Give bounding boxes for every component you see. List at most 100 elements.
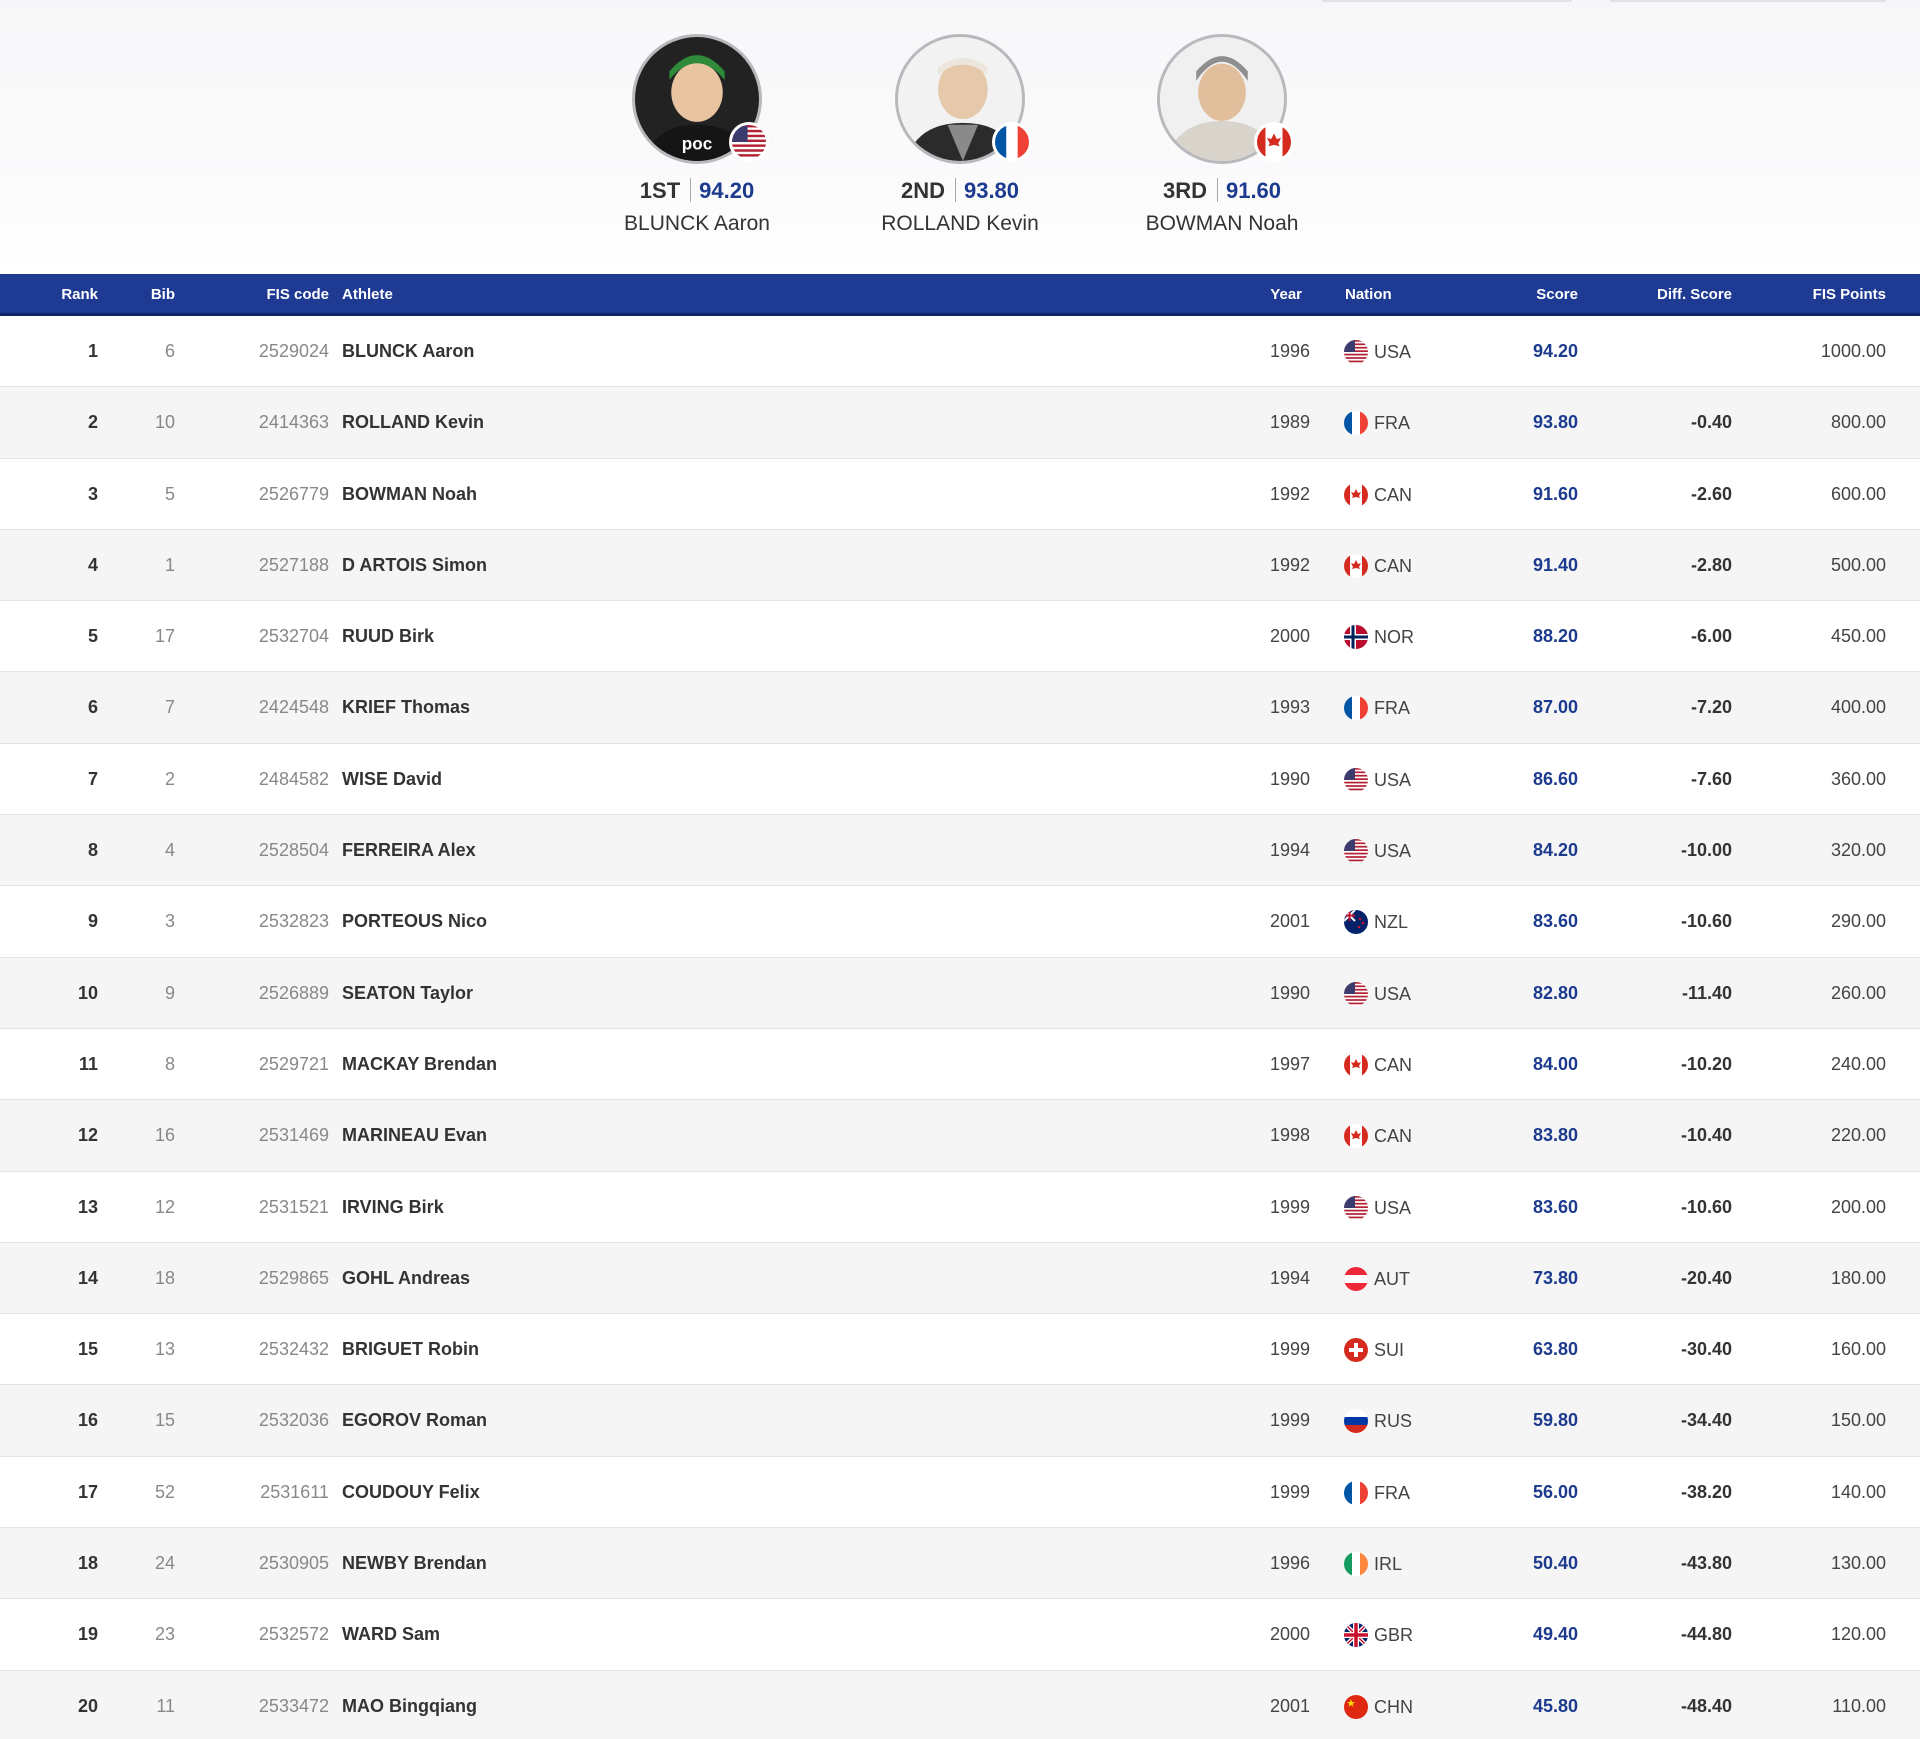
cell-athlete-link[interactable]: NEWBY Brendan [342,1552,487,1574]
cell-year: 1998 [1269,1125,1310,1146]
cell-fis-points: 110.00 [1832,1695,1886,1716]
cell-athlete-link[interactable]: RUUD Birk [342,625,434,647]
table-row[interactable]: 16 15 2532036 EGOROV Roman 1999 RUS 59.80 -34.4… [0,1385,1920,1457]
header-bib[interactable]: Bib [151,286,175,304]
nation-code: IRL [1374,1554,1403,1575]
cell-athlete-link[interactable]: EGOROV Roman [342,1409,487,1431]
table-row[interactable]: 15 13 2532432 BRIGUET Robin 1999 SUI 63.80 -30.… [0,1314,1920,1386]
cell-score: 83.60 [1532,911,1578,932]
cell-athlete-link[interactable]: PORTEOUS Nico [342,910,487,932]
table-row[interactable]: 19 23 2532572 WARD Sam 2000 GBR 49.40 -44.80 120… [0,1599,1920,1671]
podium-athlete-name[interactable]: BOWMAN Noah [1102,212,1342,236]
table-row[interactable]: 13 12 2531521 IRVING Birk 1999 USA 83.60 -10.60… [0,1172,1920,1243]
cell-fis-code: 2529865 [258,1267,329,1288]
cell-rank: 18 [77,1553,98,1574]
header-rank[interactable]: Rank [61,286,98,304]
table-row[interactable]: 12 16 2531469 MARINEAU Evan 1998 CAN 83.80 -10.… [0,1100,1920,1172]
cell-fis-code: 2533472 [258,1695,329,1716]
flag-can-icon [1344,482,1368,507]
podium-card-2nd[interactable]: 2ND 93.80 ROLLAND Kevin [840,34,1080,236]
table-row[interactable]: 2 10 2414363 ROLLAND Kevin 1989 FRA 93.80 -0.40… [0,387,1920,459]
cell-fis-points: 160.00 [1830,1339,1886,1360]
cell-rank: 5 [87,626,98,647]
cell-athlete-link[interactable]: MACKAY Brendan [342,1053,497,1075]
podium-separator [954,178,956,202]
cell-fis-code: 2414363 [258,412,329,433]
header-fis-points[interactable]: FIS Points [1813,286,1886,304]
podium-card-1st[interactable]: poc 1ST 94.20 BLUNCK Aaron [577,34,817,236]
table-row[interactable]: 5 17 2532704 RUUD Birk 2000 NOR 88.20 -6.00 450.… [0,601,1920,673]
table-row[interactable]: 18 24 2530905 NEWBY Brendan 1996 IRL 50.40 -43.… [0,1528,1920,1600]
cell-fis-points: 120.00 [1830,1624,1886,1645]
cell-year: 1992 [1269,554,1310,575]
table-row[interactable]: 10 9 2526889 SEATON Taylor 1990 USA 82.80 -11.4… [0,957,1920,1029]
flag-can-icon [1254,122,1294,162]
cell-diff-score: -20.40 [1680,1267,1732,1288]
nation-code: USA [1374,1197,1412,1218]
cell-rank: 7 [87,768,98,789]
cell-athlete-link[interactable]: IRVING Birk [342,1196,444,1218]
cell-score: 49.40 [1532,1624,1578,1645]
cell-athlete-link[interactable]: MAO Bingqiang [342,1695,477,1717]
top-strip-right [1610,0,1886,2]
table-row[interactable]: 8 4 2528504 FERREIRA Alex 1994 USA 84.20 -10.00… [0,815,1920,887]
cell-athlete-link[interactable]: D ARTOIS Simon [342,554,487,576]
cell-athlete-link[interactable]: SEATON Taylor [342,982,473,1004]
cell-fis-code: 2532823 [258,911,329,932]
nation-code: NZL [1374,912,1409,933]
cell-athlete-link[interactable]: WISE David [342,768,442,790]
cell-diff-score: -44.80 [1680,1624,1732,1645]
table-row[interactable]: 11 8 2529721 MACKAY Brendan 1997 CAN 84.00 -10.… [0,1029,1920,1101]
cell-athlete-link[interactable]: COUDOUY Felix [342,1481,480,1503]
header-score[interactable]: Score [1536,286,1578,304]
cell-diff-score: -11.40 [1681,982,1732,1003]
cell-year: 2001 [1269,911,1310,932]
cell-rank: 9 [87,911,98,932]
cell-nation: GBR [1344,1623,1414,1648]
table-row[interactable]: 7 2 2484582 WISE David 1990 USA 86.60 -7.60 360.… [0,744,1920,816]
flag-usa-icon [1344,340,1368,364]
cell-diff-score: -0.40 [1690,412,1732,433]
table-row[interactable]: 14 18 2529865 GOHL Andreas 1994 AUT 73.80 -20.4… [0,1242,1920,1315]
table-row[interactable]: 9 3 2532823 PORTEOUS Nico 2001 NZL 83.60 -10.60… [0,886,1920,958]
table-row[interactable]: 20 11 2533472 MAO Bingqiang 2001 CHN 45.80 -48.… [0,1670,1920,1739]
cell-athlete-link[interactable]: MARINEAU Evan [342,1124,487,1146]
podium-athlete-name[interactable]: BLUNCK Aaron [577,212,817,236]
cell-athlete-link[interactable]: BRIGUET Robin [342,1338,479,1360]
cell-athlete-link[interactable]: WARD Sam [342,1623,440,1645]
cell-athlete-link[interactable]: ROLLAND Kevin [342,411,484,433]
cell-year: 1999 [1269,1339,1310,1360]
table-row[interactable]: 1 6 2529024 BLUNCK Aaron 1996 USA 94.20 1000.00 [0,316,1920,388]
header-diff-score[interactable]: Diff. Score [1657,286,1732,304]
cell-bib: 7 [164,697,175,718]
header-nation[interactable]: Nation [1345,286,1392,304]
header-athlete[interactable]: Athlete [342,286,393,304]
nation-code: GBR [1374,1625,1414,1646]
podium-place: 3RD [1162,178,1207,203]
header-fis-code[interactable]: FIS code [266,286,329,304]
cell-bib: 8 [164,1053,175,1074]
table-row[interactable]: 4 1 2527188 D ARTOIS Simon 1992 CAN 91.40 -2.80… [0,529,1920,602]
flag-gbr-icon [1344,1623,1368,1648]
table-row[interactable]: 6 7 2424548 KRIEF Thomas 1993 FRA 87.00 -7.20 40… [0,672,1920,744]
cell-athlete-link[interactable]: FERREIRA Alex [342,839,476,861]
table-row[interactable]: 17 52 2531611 COUDOUY Felix 1999 FRA 56.00 -38.… [0,1457,1920,1529]
cell-athlete-link[interactable]: BLUNCK Aaron [342,340,474,362]
cell-athlete-link[interactable]: BOWMAN Noah [342,483,477,505]
cell-fis-points: 240.00 [1830,1053,1886,1074]
cell-year: 1990 [1269,982,1310,1003]
cell-athlete-link[interactable]: GOHL Andreas [342,1267,470,1289]
cell-fis-points: 1000.00 [1820,341,1886,361]
top-strip-left [1322,0,1572,2]
cell-year: 1999 [1269,1410,1310,1431]
svg-text:poc: poc [682,134,713,154]
cell-fis-code: 2424548 [258,697,329,718]
cell-nation: IRL [1344,1552,1403,1577]
cell-athlete-link[interactable]: KRIEF Thomas [342,696,470,718]
header-year[interactable]: Year [1270,286,1302,304]
podium-athlete-name[interactable]: ROLLAND Kevin [840,212,1080,236]
cell-diff-score: -6.00 [1690,626,1732,647]
podium-card-3rd[interactable]: 3RD 91.60 BOWMAN Noah [1102,34,1342,236]
table-row[interactable]: 3 5 2526779 BOWMAN Noah 1992 CAN 91.60 -2.60 600… [0,459,1920,530]
cell-score: 63.80 [1532,1339,1578,1360]
